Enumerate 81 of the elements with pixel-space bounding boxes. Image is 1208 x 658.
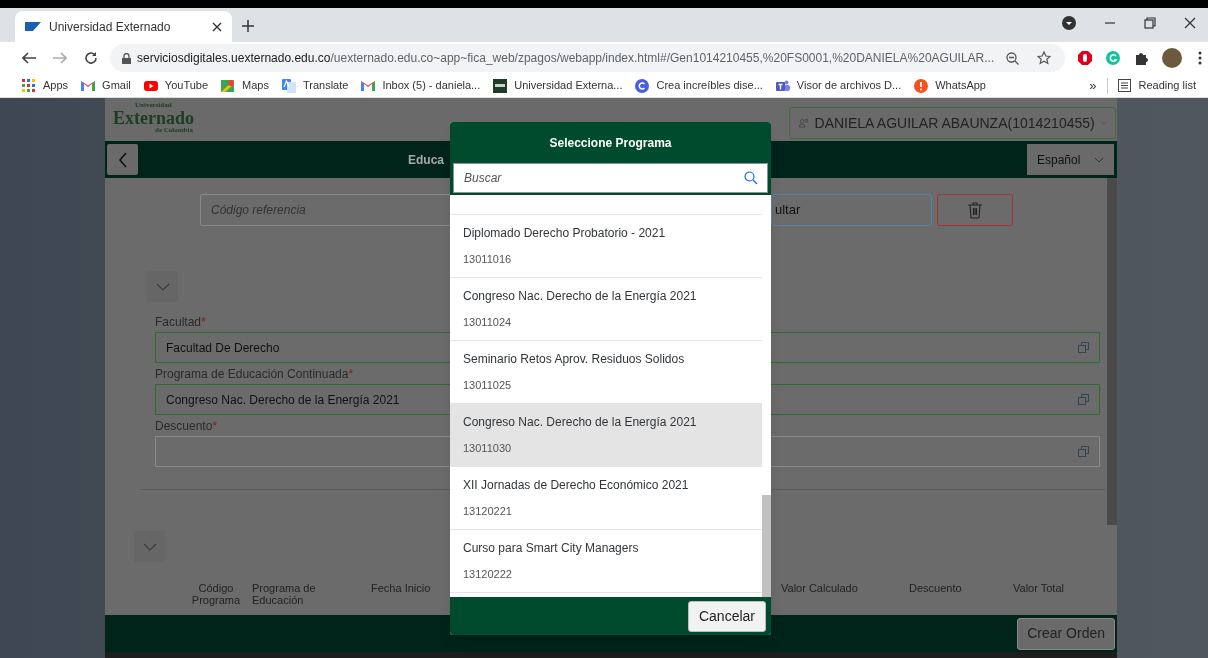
- column-header: Descuento: [909, 582, 963, 596]
- page-title: Educa: [408, 151, 444, 169]
- tab-title: Universidad Externado: [49, 18, 172, 36]
- lock-icon: [122, 52, 131, 64]
- map-pin-icon: [221, 78, 236, 93]
- collapse-button[interactable]: [134, 531, 165, 562]
- language-select[interactable]: Español: [1027, 144, 1114, 175]
- puzzle-icon: [1134, 51, 1148, 65]
- circle-letter-icon: [635, 78, 650, 93]
- field-label: Facultad*: [155, 313, 206, 331]
- more-bookmarks-button[interactable]: »: [1089, 75, 1097, 96]
- zoom-out-icon: [1006, 51, 1019, 65]
- grammar-extension-icon: [1106, 51, 1120, 65]
- more-menu-icon: [1198, 51, 1202, 65]
- program-list-item[interactable]: Congreso Nac. Derecho de la Energía 2021 13011030: [450, 404, 762, 467]
- close-icon: [1184, 17, 1196, 29]
- restore-icon: [1144, 17, 1156, 29]
- consult-button[interactable]: ultar: [771, 194, 932, 226]
- url-text: serviciosdigitales.uexternado.edu.co/uexternado.edu.co~app~fica_web/zpagos/webapp/index.html#/Gen1014210455,%20FS0001,%20DANIELA%20AGUILAR...: [137, 50, 996, 67]
- back-arrow-icon: [22, 52, 36, 64]
- logo-text: Externado: [113, 109, 194, 127]
- program-list-item[interactable]: Congreso Nac. Derecho de la Energía 2021 13011024: [450, 278, 762, 341]
- column-header: Fecha Inicio: [371, 582, 432, 596]
- search-field[interactable]: Buscar: [453, 163, 768, 193]
- bookmark-link[interactable]: Maps: [221, 77, 269, 94]
- field-label: Programa de Educación Continuada*: [155, 365, 354, 383]
- new-tab-button[interactable]: [240, 18, 256, 34]
- bookmark-link[interactable]: Translate: [281, 77, 349, 94]
- chevron-down-icon: [155, 282, 170, 291]
- profile-dropdown-icon: [1062, 16, 1076, 30]
- close-icon: [212, 21, 222, 32]
- value-help-icon: [1078, 394, 1089, 405]
- mail-icon: [81, 78, 96, 93]
- back-chevron-icon: [117, 151, 128, 168]
- address-bar[interactable]: serviciosdigitales.uexternado.edu.co/uexternado.edu.co~app~fica_web/zpagos/webapp/index.html#/Gen1014210455,%20FS0001,%20DANIELA%20AGUILAR...: [110, 44, 1065, 72]
- scrollbar-thumb[interactable]: [1107, 178, 1117, 525]
- video-play-icon: [143, 78, 158, 93]
- program-list-item[interactable]: XII Jornadas de Derecho Económico 2021 13120221: [450, 467, 762, 530]
- search-icon: [744, 171, 758, 185]
- dialog-title: Seleccione Programa: [549, 134, 672, 152]
- alert-icon: [914, 78, 929, 93]
- chevron-down-icon: [142, 542, 157, 551]
- reading-list-link[interactable]: Reading list: [1117, 77, 1196, 94]
- cancel-button[interactable]: Cancelar: [687, 600, 766, 632]
- program-list-item[interactable]: Curso para Smart City Managers 13120222: [450, 530, 762, 593]
- delete-button[interactable]: [937, 194, 1013, 226]
- column-header: Programa de Educación: [252, 582, 317, 606]
- back-button[interactable]: [107, 144, 138, 175]
- column-header: Código Programa: [190, 582, 242, 606]
- chevron-down-icon: [1094, 156, 1104, 163]
- profile-avatar[interactable]: [1162, 48, 1182, 68]
- bookmark-link[interactable]: Universidad Externa...: [493, 77, 623, 94]
- people-icon: [775, 78, 790, 93]
- collapse-button[interactable]: [147, 271, 178, 302]
- field-label: Descuento*: [155, 417, 218, 435]
- mail-icon: [361, 78, 376, 93]
- star-icon: [1037, 51, 1051, 65]
- reload-icon: [84, 51, 98, 65]
- browser-tab[interactable]: Universidad Externado: [15, 11, 232, 42]
- bookmark-link[interactable]: Visor de archivos D...: [775, 77, 902, 94]
- value-help-icon: [1078, 342, 1089, 353]
- forward-arrow-icon: [53, 52, 67, 64]
- column-header: Valor Total: [1013, 582, 1065, 596]
- translate-icon: [281, 78, 296, 93]
- bookmark-link[interactable]: Inbox (5) - daniela...: [361, 77, 481, 94]
- bookmark-link[interactable]: WhatsApp: [914, 77, 986, 94]
- trash-icon: [968, 201, 982, 219]
- program-list-item[interactable]: Diplomado Derecho Probatorio - 2021 13011016: [450, 215, 762, 278]
- site-icon: [493, 78, 508, 93]
- plus-icon: [242, 20, 254, 32]
- bookmark-link[interactable]: YouTube: [143, 77, 209, 94]
- column-header: Valor Calculado: [781, 582, 859, 596]
- scrollbar-thumb[interactable]: [762, 495, 771, 597]
- bookmark-link[interactable]: Apps: [22, 77, 69, 94]
- program-list-item[interactable]: Seminario Retos Aprov. Residuos Solidos 13011025: [450, 341, 762, 404]
- apps-grid-icon: [22, 78, 36, 93]
- value-help-icon: [1078, 446, 1089, 457]
- bookmark-link[interactable]: Crea increíbles dise...: [635, 77, 763, 94]
- bookmark-link[interactable]: Gmail: [81, 77, 131, 94]
- stop-sign-icon: [1078, 51, 1092, 65]
- list-icon: [1117, 79, 1131, 92]
